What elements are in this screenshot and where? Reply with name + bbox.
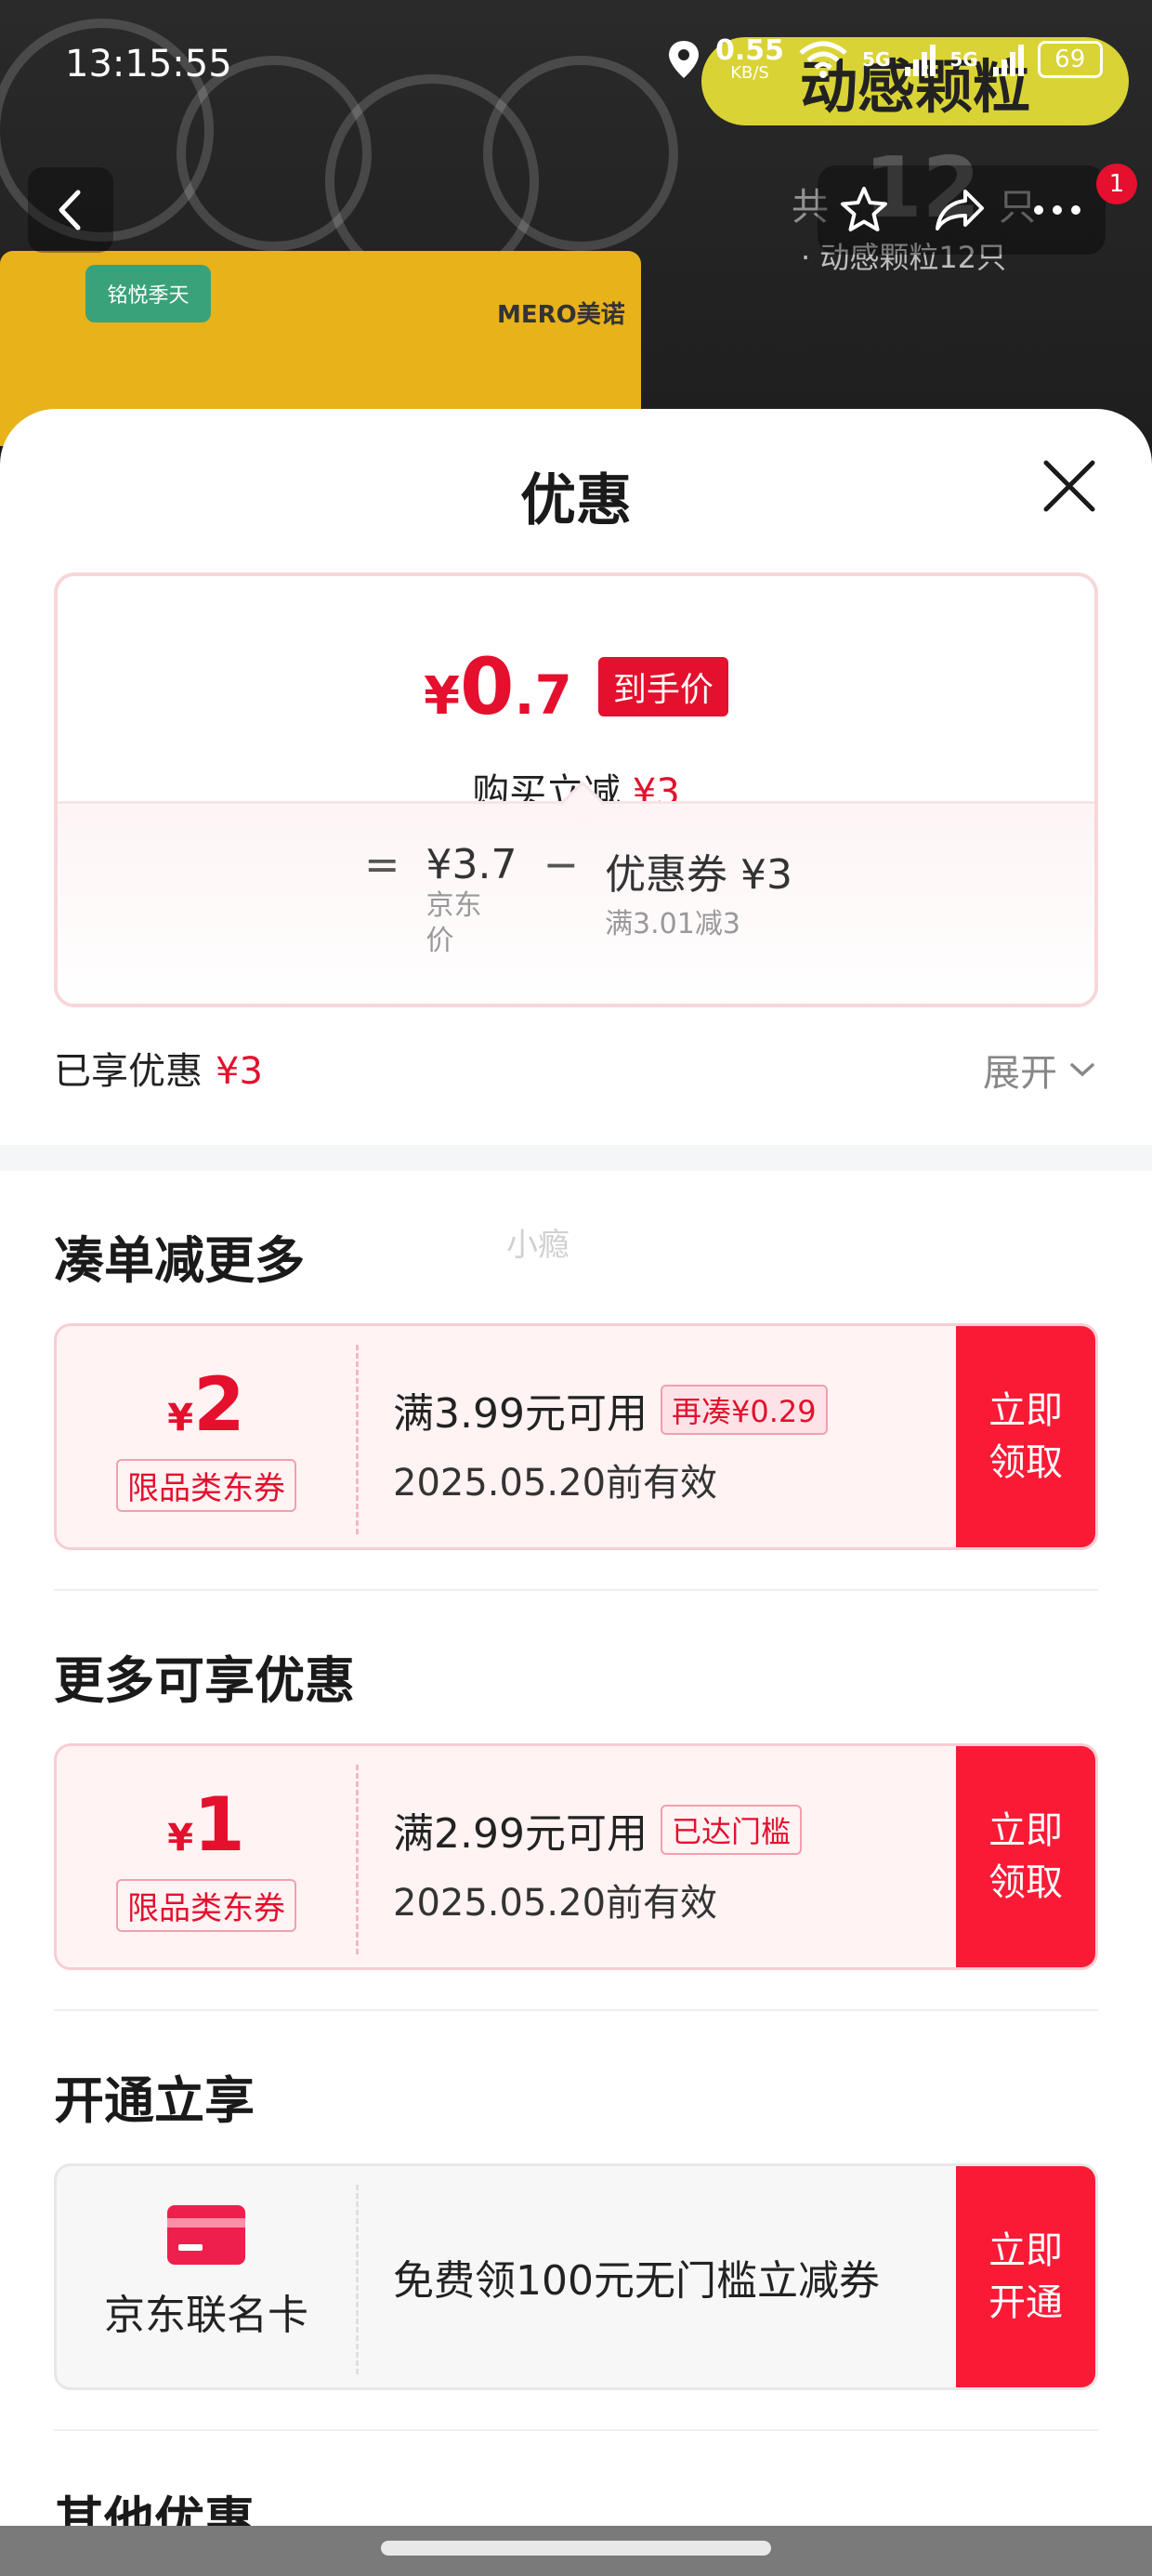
coupon-condition: 满2.99元可用 — [393, 1810, 648, 1858]
battery-indicator: 69 — [1037, 41, 1103, 78]
separator — [54, 1589, 1098, 1591]
coupon-value: ¥ 1 限品类东券 — [57, 1746, 356, 1967]
notification-badge: 1 — [1096, 164, 1137, 204]
coupon-validity: 2025.05.20前有效 — [393, 1882, 718, 1925]
wifi-icon — [799, 41, 847, 78]
product-box-tag: 铭悦季天 — [85, 265, 211, 322]
cobrand-card-offer: 京东联名卡 免费领100元无门槛立减券 立即开通 — [54, 2163, 1098, 2390]
more-icon[interactable] — [1029, 201, 1085, 219]
coupon-card: ¥ 1 限品类东券 满2.99元可用 已达门槛 2025.05.20前有效 立即… — [54, 1743, 1098, 1970]
home-indicator[interactable] — [381, 2541, 771, 2556]
claim-button[interactable]: 立即领取 — [956, 1326, 1095, 1547]
cobrand-offer-text: 免费领100元无门槛立减券 — [393, 2257, 880, 2305]
enjoyed-discount: 已享优惠 ¥3 — [54, 1050, 263, 1093]
coupon-type: 限品类东券 — [116, 1459, 296, 1512]
coupon-deduction: 优惠券 ¥3 满3.01减3 — [605, 851, 793, 940]
expand-button[interactable]: 展开 — [983, 1043, 1096, 1097]
price-formula: = ¥3.7 京东价 − 优惠券 ¥3 满3.01减3 — [364, 839, 793, 958]
open-card-button[interactable]: 立即开通 — [956, 2166, 1095, 2387]
coupon-pill: 再凑¥0.29 — [660, 1385, 828, 1435]
location-icon — [669, 41, 699, 78]
claim-button[interactable]: 立即领取 — [956, 1746, 1095, 1967]
section-title-open: 开通立享 — [54, 2071, 255, 2130]
top-action-group — [818, 165, 1106, 255]
signal-1-label: 5G — [862, 48, 891, 71]
screen: 铭悦季天 MERO美诺 动感颗粒 12 共 只 · 动感颗粒12只 13:15:… — [0, 0, 1152, 2576]
coupon-condition: 满3.99元可用 — [393, 1390, 648, 1438]
section-divider — [0, 1145, 1152, 1171]
signal-1-icon — [905, 45, 936, 76]
coupon-type: 限品类东券 — [116, 1879, 296, 1932]
final-price-tag: 到手价 — [597, 657, 728, 716]
coupon-card: ¥ 2 限品类东券 满3.99元可用 再凑¥0.29 2025.05.20前有效… — [54, 1323, 1098, 1550]
sheet-title: 优惠 — [520, 468, 632, 533]
chevron-left-icon — [59, 190, 81, 230]
cobrand-card-name: 京东联名卡 — [104, 2292, 308, 2339]
coupon-validity: 2025.05.20前有效 — [393, 1462, 718, 1505]
credit-card-icon — [167, 2205, 245, 2265]
status-time: 13:15:55 — [65, 43, 232, 85]
jd-price: ¥3.7 京东价 — [425, 841, 517, 957]
signal-2-label: 5G — [949, 48, 978, 71]
back-button[interactable] — [28, 167, 113, 253]
network-speed: 0.55 KB/S — [715, 34, 785, 83]
final-price: ¥ 0 .7 到手价 — [58, 641, 1094, 732]
coupon-amount: 2 — [193, 1361, 245, 1448]
final-price-card: ¥ 0 .7 到手价 购买立减 ¥3 = ¥3.7 京东价 − 优惠券 ¥3 满… — [54, 572, 1098, 1007]
close-icon — [1043, 460, 1095, 512]
coupon-details: 满3.99元可用 再凑¥0.29 2025.05.20前有效 — [393, 1380, 828, 1506]
chevron-down-icon — [1070, 1063, 1094, 1077]
watermark: 小瘾 — [506, 1227, 569, 1264]
share-icon[interactable] — [932, 184, 988, 236]
star-icon[interactable] — [838, 184, 890, 236]
separator — [54, 2009, 1098, 2011]
minus-sign: − — [543, 839, 580, 889]
section-title-more: 更多可享优惠 — [54, 1651, 355, 1710]
coupon-details: 满2.99元可用 已达门槛 2025.05.20前有效 — [393, 1800, 802, 1926]
status-icons: 0.55 KB/S 5G 5G 69 — [665, 37, 1103, 82]
final-price-value: ¥ 0 .7 — [424, 641, 572, 732]
coupon-value: ¥ 2 限品类东券 — [57, 1326, 356, 1547]
section-title-combine: 凑单减更多 — [54, 1231, 305, 1290]
close-button[interactable] — [1039, 455, 1100, 517]
coupon-amount: 1 — [193, 1781, 245, 1868]
signal-2-icon — [992, 45, 1024, 76]
price-breakdown: = ¥3.7 京东价 − 优惠券 ¥3 满3.01减3 — [58, 780, 1094, 1004]
cobrand-card: 京东联名卡 — [57, 2166, 356, 2387]
product-brand: MERO美诺 — [497, 301, 625, 329]
equals-sign: = — [364, 839, 400, 889]
coupon-pill: 已达门槛 — [660, 1805, 802, 1855]
separator — [54, 2429, 1098, 2431]
promotion-sheet: 优惠 ¥ 0 .7 到手价 购买立减 ¥3 = ¥3.7 京东价 − 优惠券 ¥… — [0, 409, 1152, 2576]
